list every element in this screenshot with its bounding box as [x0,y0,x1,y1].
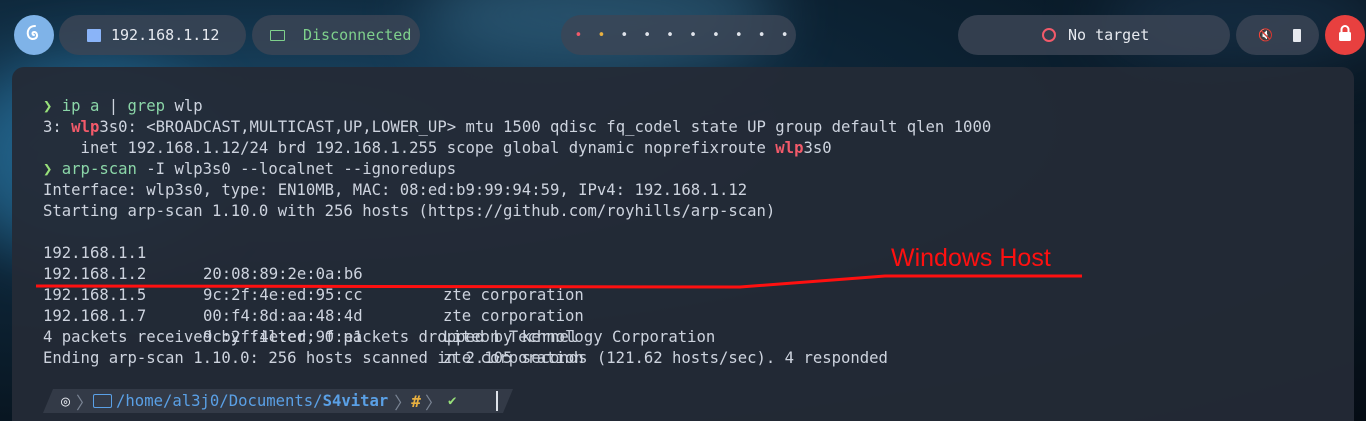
prompt-separator-icon: 〉 [424,393,442,414]
debian-logo-icon [24,23,44,47]
workspace-3[interactable]: • [613,28,636,43]
prompt-path: /home/al3j0/Documents/S4vitar [116,392,388,410]
output-text: 3s0: <BROADCAST,MULTICAST,UP,LOWER_UP> m… [99,118,992,136]
target-widget[interactable]: No target [958,15,1230,55]
workspace-1[interactable]: • [567,28,590,43]
prompt-arrow: ❯ [43,97,53,115]
command-text: grep [127,97,166,115]
prompt-separator-icon: 〉 [394,393,412,414]
debian-swirl-icon: ◎ [61,392,71,410]
workspace-2[interactable]: • [590,28,613,43]
success-check-icon: ✔ [447,393,457,409]
ip-address-label: 192.168.1.12 [111,26,220,44]
workspace-4[interactable]: • [636,28,659,43]
folder-icon [93,394,113,408]
grep-match-highlight: wlp [71,118,100,136]
prompt-arrow: ❯ [43,160,53,178]
laptop-icon [270,29,285,41]
shell-prompt: ◎ 〉 /home/al3j0/Documents/S4vitar 〉 # 〉 … [43,389,513,414]
root-hash: # [411,391,421,411]
output-text: 3: [43,118,72,136]
output-text: inet 192.168.1.12/24 brd 192.168.1.255 s… [43,139,776,157]
workspace-9[interactable]: • [750,28,773,43]
workspace-10[interactable]: • [773,28,796,43]
terminal-window[interactable]: ❯ ip a | grep wlp 3: wlp3s0: <BROADCAST,… [12,67,1354,421]
vpn-status-widget[interactable]: Disconnected [252,15,420,55]
target-label: No target [1068,26,1150,44]
terminal-output-line: Starting arp-scan 1.10.0 with 256 hosts … [43,202,776,220]
battery-icon[interactable] [1292,28,1301,42]
speaker-muted-icon[interactable]: 🔇 [1258,28,1273,42]
command-text: | [99,97,128,115]
output-text: 3s0 [803,139,832,157]
os-menu-button[interactable] [14,15,54,55]
command-text: arp-scan [61,160,137,178]
terminal-output-line: inet 192.168.1.12/24 brd 192.168.1.255 s… [43,138,832,159]
workspace-6[interactable]: • [682,28,705,43]
prompt-separator-icon: 〉 [76,393,94,414]
terminal-line-cmd2: ❯ arp-scan -I wlp3s0 --localnet --ignore… [43,159,456,180]
path-text-current: S4vitar [322,392,389,410]
terminal-output-line: 4 packets received by filter, 0 packets … [43,328,579,346]
ip-address-widget[interactable]: 192.168.1.12 [59,15,246,55]
grep-match-highlight: wlp [775,139,804,157]
lock-icon [1338,25,1352,45]
annotation-label: Windows Host [891,244,1051,272]
text-cursor [496,391,499,411]
system-tray[interactable]: 🔇 [1236,15,1319,55]
workspace-8[interactable]: • [727,28,750,43]
workspace-switcher[interactable]: • • • • • • • • • • [561,15,796,55]
command-text: ip a [61,97,100,115]
terminal-line-cmd1: ❯ ip a | grep wlp [43,96,203,117]
command-text: -I wlp3s0 --localnet --ignoredups [136,160,457,178]
command-text: wlp [165,97,203,115]
lock-button[interactable] [1325,15,1365,55]
path-text: /home/al3j0/Documents/ [116,392,323,410]
terminal-output-line: Ending arp-scan 1.10.0: 256 hosts scanne… [43,349,888,367]
terminal-output-line: 3: wlp3s0: <BROADCAST,MULTICAST,UP,LOWER… [43,117,991,138]
host-ip: 192.168.1.7 [43,307,147,325]
workspace-5[interactable]: • [659,28,682,43]
vpn-status-label: Disconnected [303,26,412,44]
network-icon [87,28,101,42]
crosshair-icon [1042,28,1056,42]
terminal-output-line: Interface: wlp3s0, type: EN10MB, MAC: 08… [43,181,748,199]
workspace-7[interactable]: • [704,28,727,43]
